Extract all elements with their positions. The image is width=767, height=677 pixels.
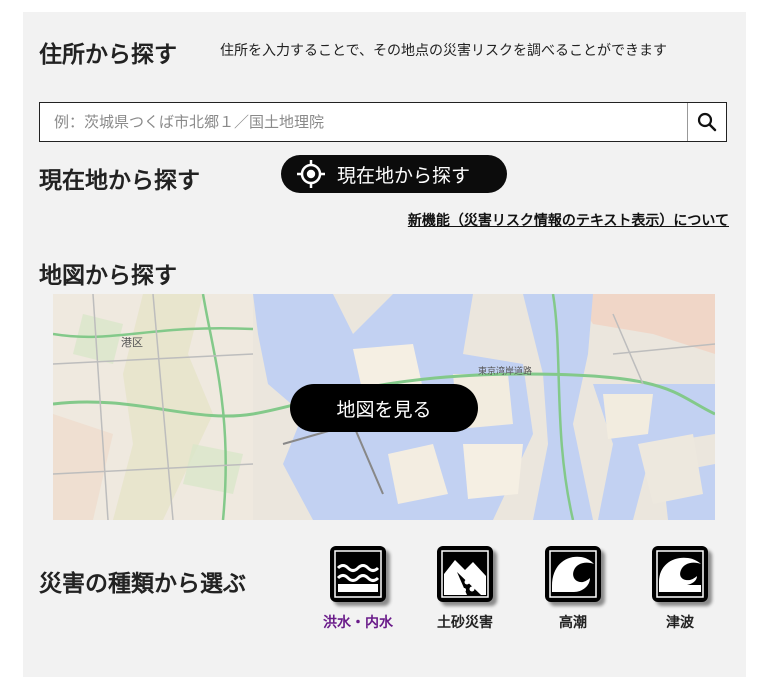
storm-surge-icon <box>545 546 601 602</box>
disaster-label-tsunami: 津波 <box>666 615 694 631</box>
map-label-road: 東京湾岸道路 <box>478 367 533 377</box>
flood-icon <box>330 546 386 602</box>
current-location-button[interactable]: 現在地から探す <box>281 155 507 193</box>
disaster-item-tsunami[interactable]: 津波 <box>640 546 720 632</box>
address-search-input[interactable] <box>40 103 687 141</box>
disaster-label-storm-surge: 高潮 <box>559 615 587 631</box>
search-icon <box>697 112 717 132</box>
disaster-item-landslide[interactable]: 土砂災害 <box>425 546 505 632</box>
current-location-label: 現在地から探す <box>337 164 471 187</box>
disaster-label-flood: 洪水・内水 <box>323 615 393 631</box>
new-feature-link[interactable]: 新機能（災害リスク情報のテキスト表示）について <box>408 210 729 230</box>
crosshair-icon <box>295 158 327 190</box>
address-search-box <box>39 102 727 142</box>
disaster-item-storm-surge[interactable]: 高潮 <box>533 546 613 632</box>
view-map-button[interactable]: 地図を見る <box>290 384 478 432</box>
address-heading: 住所から探す <box>39 42 177 68</box>
location-heading: 現在地から探す <box>39 168 200 194</box>
disaster-item-flood[interactable]: 洪水・内水 <box>318 546 398 632</box>
address-description: 住所を入力することで、その地点の災害リスクを調べることができます <box>220 43 668 59</box>
landslide-icon <box>437 546 493 602</box>
map-label-ward: 港区 <box>121 336 143 349</box>
tsunami-icon <box>652 546 708 602</box>
search-button[interactable] <box>687 103 726 141</box>
map-heading: 地図から探す <box>39 263 177 289</box>
disaster-label-landslide: 土砂災害 <box>437 615 493 631</box>
disaster-type-heading: 災害の種類から選ぶ <box>39 571 246 597</box>
map-preview[interactable]: 港区 東京湾岸道路 地図を見る <box>53 294 715 520</box>
